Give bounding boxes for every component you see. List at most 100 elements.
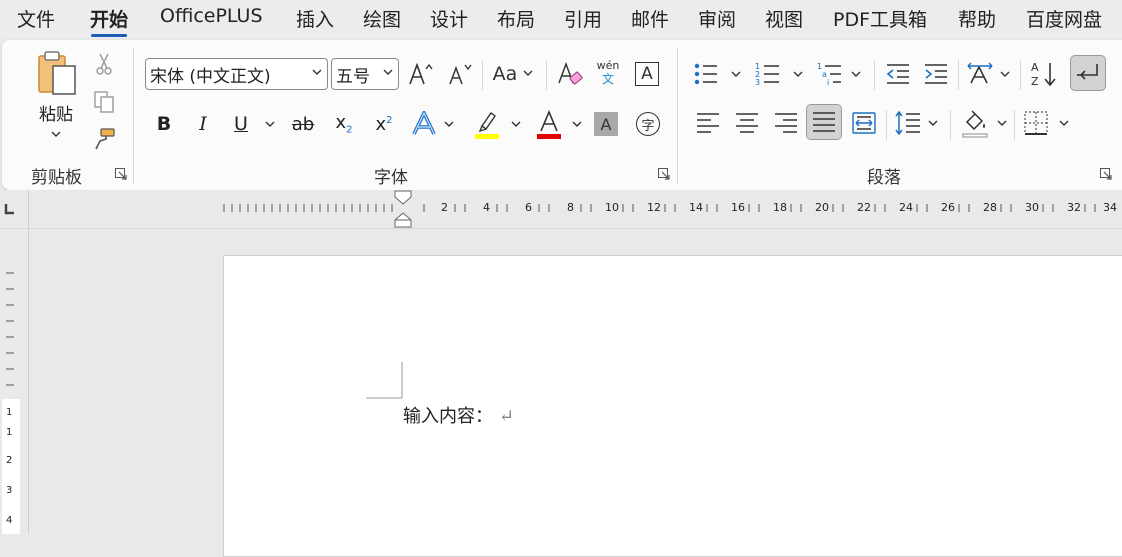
- character-shading-char: A: [600, 114, 612, 134]
- line-spacing-button[interactable]: [892, 107, 924, 139]
- ruler-number: 4: [6, 515, 13, 526]
- align-right-button[interactable]: [770, 107, 802, 139]
- chevron-down-icon[interactable]: [1058, 119, 1070, 129]
- grow-font-button[interactable]: [406, 58, 436, 90]
- subscript-button[interactable]: x2: [328, 108, 360, 140]
- group-separator: [1014, 110, 1015, 140]
- text-effects-icon: [412, 111, 436, 135]
- text-effects-button[interactable]: [408, 108, 440, 140]
- ruler-number: 1: [6, 407, 13, 418]
- bold-icon: B: [156, 113, 172, 135]
- format-painter-icon: [95, 128, 115, 150]
- group-separator: [950, 110, 951, 140]
- document-text[interactable]: 输入内容：: [403, 406, 493, 427]
- tab-design[interactable]: 设计: [430, 5, 468, 32]
- group-separator: [1020, 60, 1021, 90]
- group-separator: [677, 48, 678, 184]
- vertical-ruler-page-area: 1 1 2 3 4: [2, 399, 20, 534]
- ruler-number: 16: [731, 201, 745, 214]
- tab-layout[interactable]: 布局: [497, 5, 535, 32]
- svg-text:3: 3: [755, 78, 760, 87]
- chevron-down-icon[interactable]: [996, 119, 1008, 129]
- dialog-launcher-icon[interactable]: [115, 168, 127, 180]
- phonetic-bottom-text: 文: [601, 72, 614, 86]
- sort-button[interactable]: AZ: [1028, 58, 1060, 90]
- borders-button[interactable]: [1020, 107, 1052, 139]
- font-color-button[interactable]: [532, 108, 566, 142]
- tab-draw[interactable]: 绘图: [363, 5, 401, 32]
- bullet-list-icon: [694, 63, 717, 85]
- tab-review[interactable]: 审阅: [698, 5, 736, 32]
- group-separator: [133, 48, 134, 184]
- tab-view[interactable]: 视图: [765, 5, 803, 32]
- enclose-characters-button[interactable]: 字: [632, 108, 664, 140]
- chevron-down-icon[interactable]: [571, 120, 583, 130]
- group-separator: [482, 60, 483, 90]
- chevron-down-icon[interactable]: [999, 70, 1011, 80]
- bold-button[interactable]: B: [149, 108, 179, 140]
- superscript-button[interactable]: x2: [368, 108, 400, 140]
- paste-button[interactable]: 粘贴: [28, 50, 84, 150]
- justify-button[interactable]: [806, 104, 842, 140]
- tab-references[interactable]: 引用: [564, 5, 602, 32]
- tab-file[interactable]: 文件: [17, 5, 55, 32]
- bullets-button[interactable]: [690, 58, 722, 90]
- align-center-button[interactable]: [731, 107, 763, 139]
- strikethrough-button[interactable]: ab: [286, 108, 320, 140]
- subscript-icon: x2: [335, 112, 353, 136]
- chevron-down-icon[interactable]: [264, 120, 276, 130]
- indent-marker-icon[interactable]: [394, 190, 412, 228]
- ruler-number: 22: [857, 201, 871, 214]
- chevron-down-icon[interactable]: [510, 120, 522, 130]
- multilevel-list-button[interactable]: 1ai: [814, 58, 846, 90]
- dialog-launcher-icon[interactable]: [1100, 168, 1112, 180]
- highlight-button[interactable]: [470, 108, 504, 142]
- chevron-down-icon: [51, 131, 61, 137]
- phonetic-guide-button[interactable]: wén 文: [592, 56, 624, 90]
- chevron-down-icon[interactable]: [927, 119, 939, 129]
- tab-pdf-toolbox[interactable]: PDF工具箱: [833, 5, 927, 32]
- chevron-down-icon[interactable]: [443, 120, 455, 130]
- document-page[interactable]: [223, 255, 1122, 557]
- font-size-combo[interactable]: 五号: [331, 58, 399, 90]
- decrease-indent-button[interactable]: [882, 58, 914, 90]
- underline-button[interactable]: U: [226, 108, 256, 140]
- numbering-button[interactable]: 123: [752, 58, 784, 90]
- dialog-launcher-icon[interactable]: [658, 168, 670, 180]
- distributed-button[interactable]: [848, 107, 880, 139]
- chinese-layout-button[interactable]: [964, 58, 996, 90]
- increase-indent-button[interactable]: [920, 58, 952, 90]
- align-left-button[interactable]: [692, 107, 724, 139]
- change-case-button[interactable]: Aa: [488, 58, 538, 90]
- shading-button[interactable]: [958, 107, 992, 141]
- tab-insert[interactable]: 插入: [296, 5, 334, 32]
- tab-home[interactable]: 开始: [90, 5, 128, 37]
- character-border-button[interactable]: A: [632, 58, 662, 90]
- chevron-down-icon[interactable]: [730, 70, 742, 80]
- show-hide-marks-button[interactable]: [1070, 55, 1106, 91]
- group-separator: [958, 60, 959, 90]
- ribbon: 粘贴 剪贴板 宋体 (中文正文) 五号 Aa wén 文 A B I U ab …: [2, 40, 1122, 190]
- align-left-icon: [697, 113, 719, 133]
- italic-button[interactable]: I: [188, 108, 218, 140]
- chevron-down-icon[interactable]: [792, 70, 804, 80]
- ruler-number: 8: [567, 201, 574, 214]
- format-painter-button[interactable]: [90, 125, 118, 153]
- font-name-combo[interactable]: 宋体 (中文正文): [145, 58, 328, 90]
- chevron-down-icon[interactable]: [850, 70, 862, 80]
- cut-button[interactable]: [90, 50, 118, 78]
- numbered-list-icon: 123: [755, 62, 779, 87]
- tab-mailings[interactable]: 邮件: [631, 5, 669, 32]
- vertical-ruler: 1 1 2 3 4: [0, 229, 22, 534]
- group-separator: [546, 60, 547, 90]
- document-body-text[interactable]: 输入内容： ↵: [403, 402, 514, 428]
- paragraph-mark: ↵: [499, 406, 515, 427]
- clear-formatting-button[interactable]: [555, 58, 585, 90]
- horizontal-ruler: 2 4 6 8 10 12 14 16 18 20 22 24 26 28 30…: [0, 190, 1122, 229]
- tab-help[interactable]: 帮助: [958, 5, 996, 32]
- shrink-font-button[interactable]: [445, 58, 475, 90]
- character-shading-button[interactable]: A: [594, 112, 618, 136]
- tab-baidu-netdisk[interactable]: 百度网盘: [1026, 5, 1102, 32]
- tab-officeplus[interactable]: OfficePLUS: [160, 5, 263, 27]
- copy-button[interactable]: [90, 88, 118, 116]
